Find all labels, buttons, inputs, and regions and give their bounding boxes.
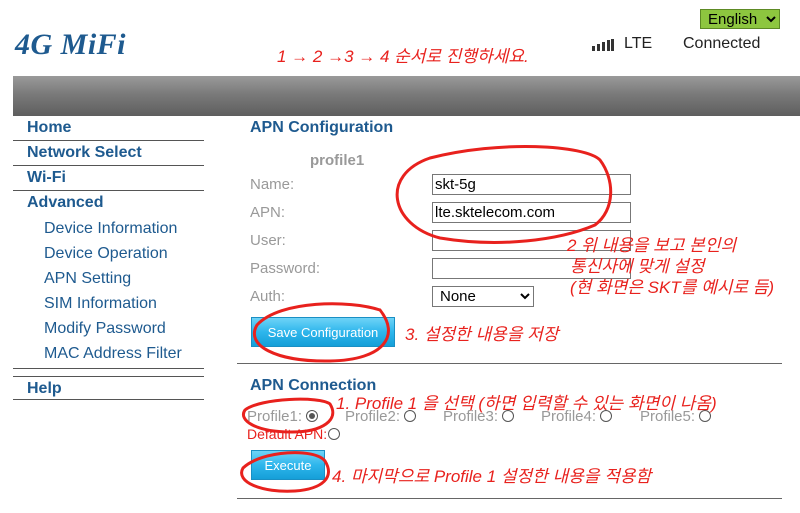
sidebar-item-home[interactable]: Home (13, 116, 204, 141)
name-field[interactable] (432, 174, 631, 195)
signal-bars-icon (592, 39, 614, 51)
annotation-step4: 4. 마지막으로 Profile 1 설정한 내용을 적용함 (332, 467, 652, 486)
auth-select[interactable]: None (432, 286, 534, 307)
header-bar (13, 76, 800, 116)
bottom-divider (237, 498, 782, 499)
sidebar: Home Network Select Wi-Fi Advanced Devic… (13, 116, 204, 400)
app-logo: 4G MiFi (15, 28, 127, 61)
annotation-steps: 1 → 2 →3 → 4 순서로 진행하세요. (277, 47, 529, 66)
name-label: Name: (250, 176, 295, 193)
auth-label: Auth: (250, 288, 286, 305)
sidebar-subitem-sim-information[interactable]: SIM Information (13, 291, 204, 316)
sidebar-item-advanced[interactable]: Advanced (13, 191, 204, 216)
sidebar-subitem-apn-setting[interactable]: APN Setting (13, 266, 204, 291)
default-apn-label: Default APN: (247, 426, 328, 442)
sidebar-item-network-select[interactable]: Network Select (13, 141, 204, 166)
sidebar-subitem-device-information[interactable]: Device Information (13, 216, 204, 241)
password-label: Password: (250, 260, 321, 277)
sidebar-subitem-modify-password[interactable]: Modify Password (13, 316, 204, 341)
annotation-step2-line3: (현 화면은 SKT를 예시로 듬) (570, 278, 775, 297)
sidebar-item-wifi[interactable]: Wi-Fi (13, 166, 204, 191)
annotation-step3: 3. 설정한 내용을 저장 (405, 325, 559, 344)
apn-label: APN: (250, 204, 286, 221)
profile1-label: Profile1: (247, 408, 303, 425)
default-apn-radio[interactable] (328, 428, 341, 440)
default-apn-option[interactable]: Default APN: (247, 426, 341, 442)
section-divider (237, 363, 782, 364)
apn-config-title: APN Configuration (250, 119, 394, 136)
sidebar-subitem-mac-address-filter[interactable]: MAC Address Filter (13, 341, 204, 369)
apn-field[interactable] (432, 202, 631, 223)
sidebar-subitem-device-operation[interactable]: Device Operation (13, 241, 204, 266)
profile1-radio[interactable] (306, 410, 319, 422)
profile-label: profile1 (310, 152, 365, 169)
execute-button[interactable]: Execute (251, 450, 325, 480)
annotation-step1: 1. Profile 1 을 선택 (하면 입력할 수 있는 화면이 나옴) (336, 394, 717, 413)
profile1-option[interactable]: Profile1: (247, 408, 319, 425)
sidebar-item-help[interactable]: Help (13, 376, 204, 400)
save-configuration-button[interactable]: Save Configuration (251, 317, 395, 347)
connection-status: Connected (683, 35, 761, 52)
user-label: User: (250, 232, 286, 249)
network-type: LTE (624, 35, 653, 52)
language-select[interactable]: English (700, 9, 780, 29)
